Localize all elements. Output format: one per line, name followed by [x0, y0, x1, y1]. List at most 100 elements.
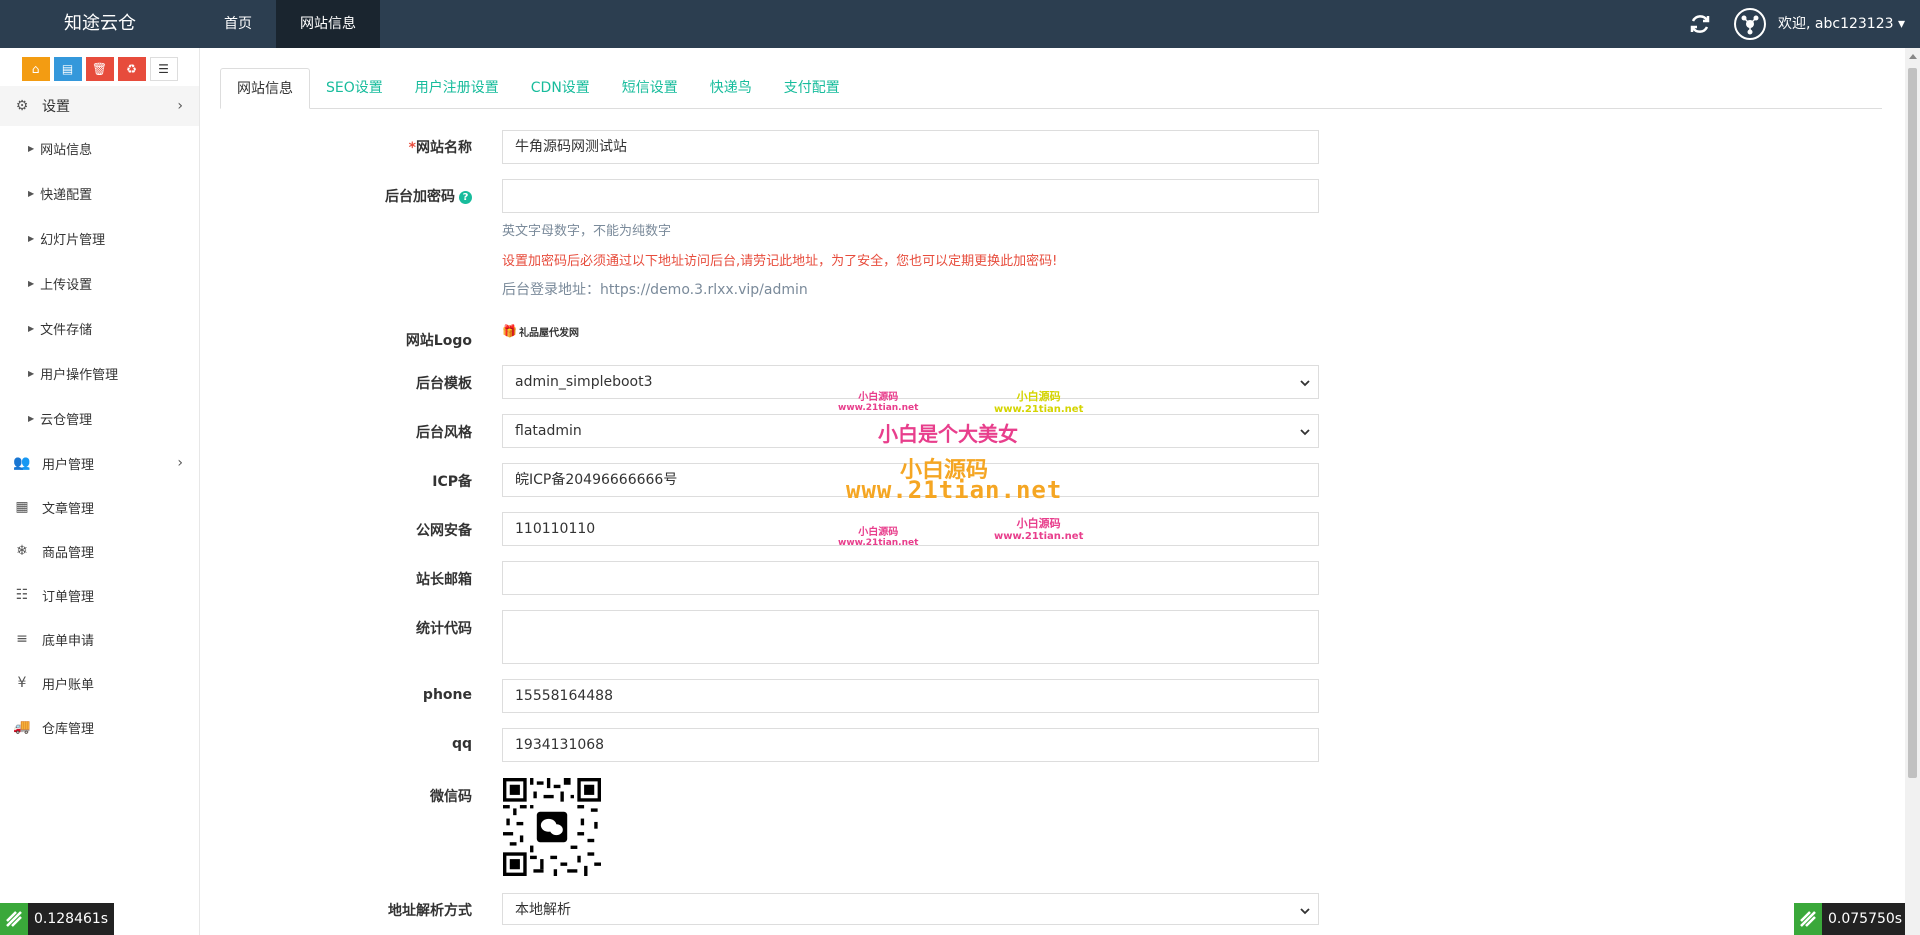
sidebar-subitem-label: 用户操作管理 — [40, 368, 119, 383]
sidebar-item-label: 设置 — [42, 99, 70, 115]
wechat-label: 微信码 — [430, 789, 472, 805]
timer-left: 0.128461s — [0, 903, 115, 935]
refresh-icon[interactable] — [1688, 12, 1712, 36]
caret-right-icon: ▶ — [28, 234, 35, 243]
file-icon[interactable]: ▤ — [53, 57, 82, 81]
sidebar-subitem-label: 幻灯片管理 — [40, 233, 106, 248]
trash-icon[interactable]: 🗑 — [85, 57, 114, 81]
sidebar-subitem-upload[interactable]: ▶ 上传设置 — [0, 261, 199, 306]
resolve-label: 地址解析方式 — [388, 903, 472, 919]
caret-down-icon: ▾ — [1897, 16, 1905, 32]
style-select[interactable]: flatadmin — [502, 414, 1319, 448]
sidebar-item-label: 用户管理 — [42, 457, 95, 473]
police-input[interactable]: 110110110 — [502, 512, 1319, 546]
sidebar-subitem-express[interactable]: ▶ 快递配置 — [0, 171, 199, 216]
style-selected-value: flatadmin — [515, 423, 582, 439]
sidebar-subitem-user-actions[interactable]: ▶ 用户操作管理 — [0, 351, 199, 396]
page-scrollbar[interactable] — [1905, 48, 1920, 935]
logo-text: 礼品屋代发网 — [518, 327, 579, 339]
resolve-selected-value: 本地解析 — [515, 902, 571, 918]
scroll-thumb[interactable] — [1908, 68, 1917, 778]
police-label: 公网安备 — [416, 523, 472, 539]
sidebar-item-articles[interactable]: ▦ 文章管理 — [0, 485, 199, 529]
sidebar-item-label: 订单管理 — [42, 589, 95, 605]
scroll-up-arrow-icon[interactable] — [1909, 54, 1917, 59]
tab-user-register[interactable]: 用户注册设置 — [399, 68, 515, 109]
avatar[interactable] — [1734, 8, 1766, 40]
newspaper-icon: ▦ — [15, 499, 29, 515]
chevron-right-icon: › — [177, 455, 183, 471]
resolve-select[interactable]: 本地解析 — [502, 893, 1319, 925]
email-input[interactable] — [502, 561, 1319, 595]
home-icon[interactable]: ⌂ — [21, 57, 50, 81]
settings-tabs: 网站信息 SEO设置 用户注册设置 CDN设置 短信设置 快递鸟 支付配置 — [220, 68, 1882, 109]
sidebar-item-settings[interactable]: ⚙ 设置 › — [0, 86, 199, 126]
nav-home[interactable]: 首页 — [200, 0, 276, 48]
tab-cdn[interactable]: CDN设置 — [515, 68, 606, 109]
logo-label: 网站Logo — [405, 333, 472, 349]
caret-right-icon: ▶ — [28, 324, 35, 333]
caret-right-icon: ▶ — [28, 144, 35, 153]
template-label: 后台模板 — [416, 376, 472, 392]
sidebar-item-label: 商品管理 — [42, 545, 95, 561]
icp-label: ICP备 — [432, 474, 472, 490]
nav-site-info[interactable]: 网站信息 — [276, 0, 380, 48]
admin-pwd-input[interactable] — [502, 179, 1319, 213]
users-icon: 👥 — [13, 455, 31, 471]
admin-pwd-label: 后台加密码? — [272, 186, 472, 206]
stats-textarea[interactable] — [502, 610, 1319, 664]
gift-icon: 🎁 — [502, 324, 517, 338]
bars-icon: ≡ — [16, 631, 28, 647]
qq-input[interactable]: 1934131068 — [502, 728, 1319, 762]
caret-right-icon: ▶ — [28, 279, 35, 288]
sidebar-item-label: 用户账单 — [42, 677, 95, 693]
yen-icon: ¥ — [17, 675, 27, 691]
chevron-right-icon: › — [177, 98, 183, 114]
cogs-icon: ⚙ — [15, 98, 29, 114]
sidebar-item-orders[interactable]: ☷ 订单管理 — [0, 573, 199, 617]
sidebar-item-receipts[interactable]: ≡ 底单申请 — [0, 617, 199, 661]
truck-icon: 🚚 — [13, 719, 31, 735]
sidebar-item-warehouse[interactable]: 🚚 仓库管理 — [0, 705, 199, 749]
phone-input[interactable]: 15558164488 — [502, 679, 1319, 713]
tab-sms[interactable]: 短信设置 — [606, 68, 694, 109]
server-icon: ☷ — [15, 587, 29, 603]
welcome-text: 欢迎, abc123123 — [1778, 16, 1894, 32]
timer-right-value: 0.075750s — [1828, 911, 1903, 927]
sidebar-subitem-storage[interactable]: ▶ 文件存储 — [0, 306, 199, 351]
sidebar-subitem-label: 网站信息 — [40, 143, 93, 158]
sidebar-subitem-label: 快递配置 — [40, 188, 93, 203]
list-icon[interactable]: ☰ — [149, 57, 178, 81]
recycle-icon[interactable]: ♻ — [117, 57, 146, 81]
sidebar-item-label: 底单申请 — [42, 633, 95, 649]
icp-input[interactable]: 皖ICP备20496666666号 — [502, 463, 1319, 497]
sidebar-subitem-slides[interactable]: ▶ 幻灯片管理 — [0, 216, 199, 261]
sidebar-item-products[interactable]: ❄ 商品管理 — [0, 529, 199, 573]
user-menu[interactable]: 欢迎, abc123123 ▾ — [1778, 0, 1905, 48]
template-select[interactable]: admin_simpleboot3 — [502, 365, 1319, 399]
top-navbar: 知途云仓 首页 网站信息 欢迎, abc123123 ▾ — [0, 0, 1920, 48]
tab-payment[interactable]: 支付配置 — [768, 68, 856, 109]
sidebar-item-bills[interactable]: ¥ 用户账单 — [0, 661, 199, 705]
caret-right-icon: ▶ — [28, 369, 35, 378]
snowflake-icon: ❄ — [16, 543, 28, 559]
sidebar: ⌂ ▤ 🗑 ♻ ☰ ⚙ 设置 › ▶ 网站信息 ▶ 快递配置 ▶ 幻灯片管理 ▶… — [0, 48, 200, 935]
tab-seo[interactable]: SEO设置 — [310, 68, 399, 109]
site-name-input[interactable]: 牛角源码网测试站 — [502, 130, 1319, 164]
question-icon[interactable]: ? — [459, 190, 472, 204]
sidebar-subitem-site-info[interactable]: ▶ 网站信息 — [0, 126, 199, 171]
chevron-down-icon — [1300, 908, 1310, 915]
tab-site-info[interactable]: 网站信息 — [220, 68, 310, 109]
shortcut-bar: ⌂ ▤ 🗑 ♻ ☰ — [0, 48, 199, 84]
timer-logo-icon — [0, 903, 28, 935]
site-logo-image[interactable]: 🎁 礼品屋代发网 — [502, 320, 602, 342]
wechat-qr-image[interactable] — [503, 778, 601, 876]
chevron-down-icon — [1300, 429, 1310, 436]
tab-kdniao[interactable]: 快递鸟 — [694, 68, 768, 109]
brand-logo[interactable]: 知途云仓 — [0, 0, 200, 48]
sidebar-subitem-cloud-warehouse[interactable]: ▶ 云仓管理 — [0, 396, 199, 441]
sidebar-item-users[interactable]: 👥 用户管理 › — [0, 441, 199, 485]
style-label: 后台风格 — [416, 425, 472, 441]
admin-pwd-warning: 设置加密码后必须通过以下地址访问后台,请劳记此地址，为了安全，您也可以定期更换此… — [502, 254, 1058, 269]
timer-right: 0.075750s — [1794, 903, 1909, 935]
